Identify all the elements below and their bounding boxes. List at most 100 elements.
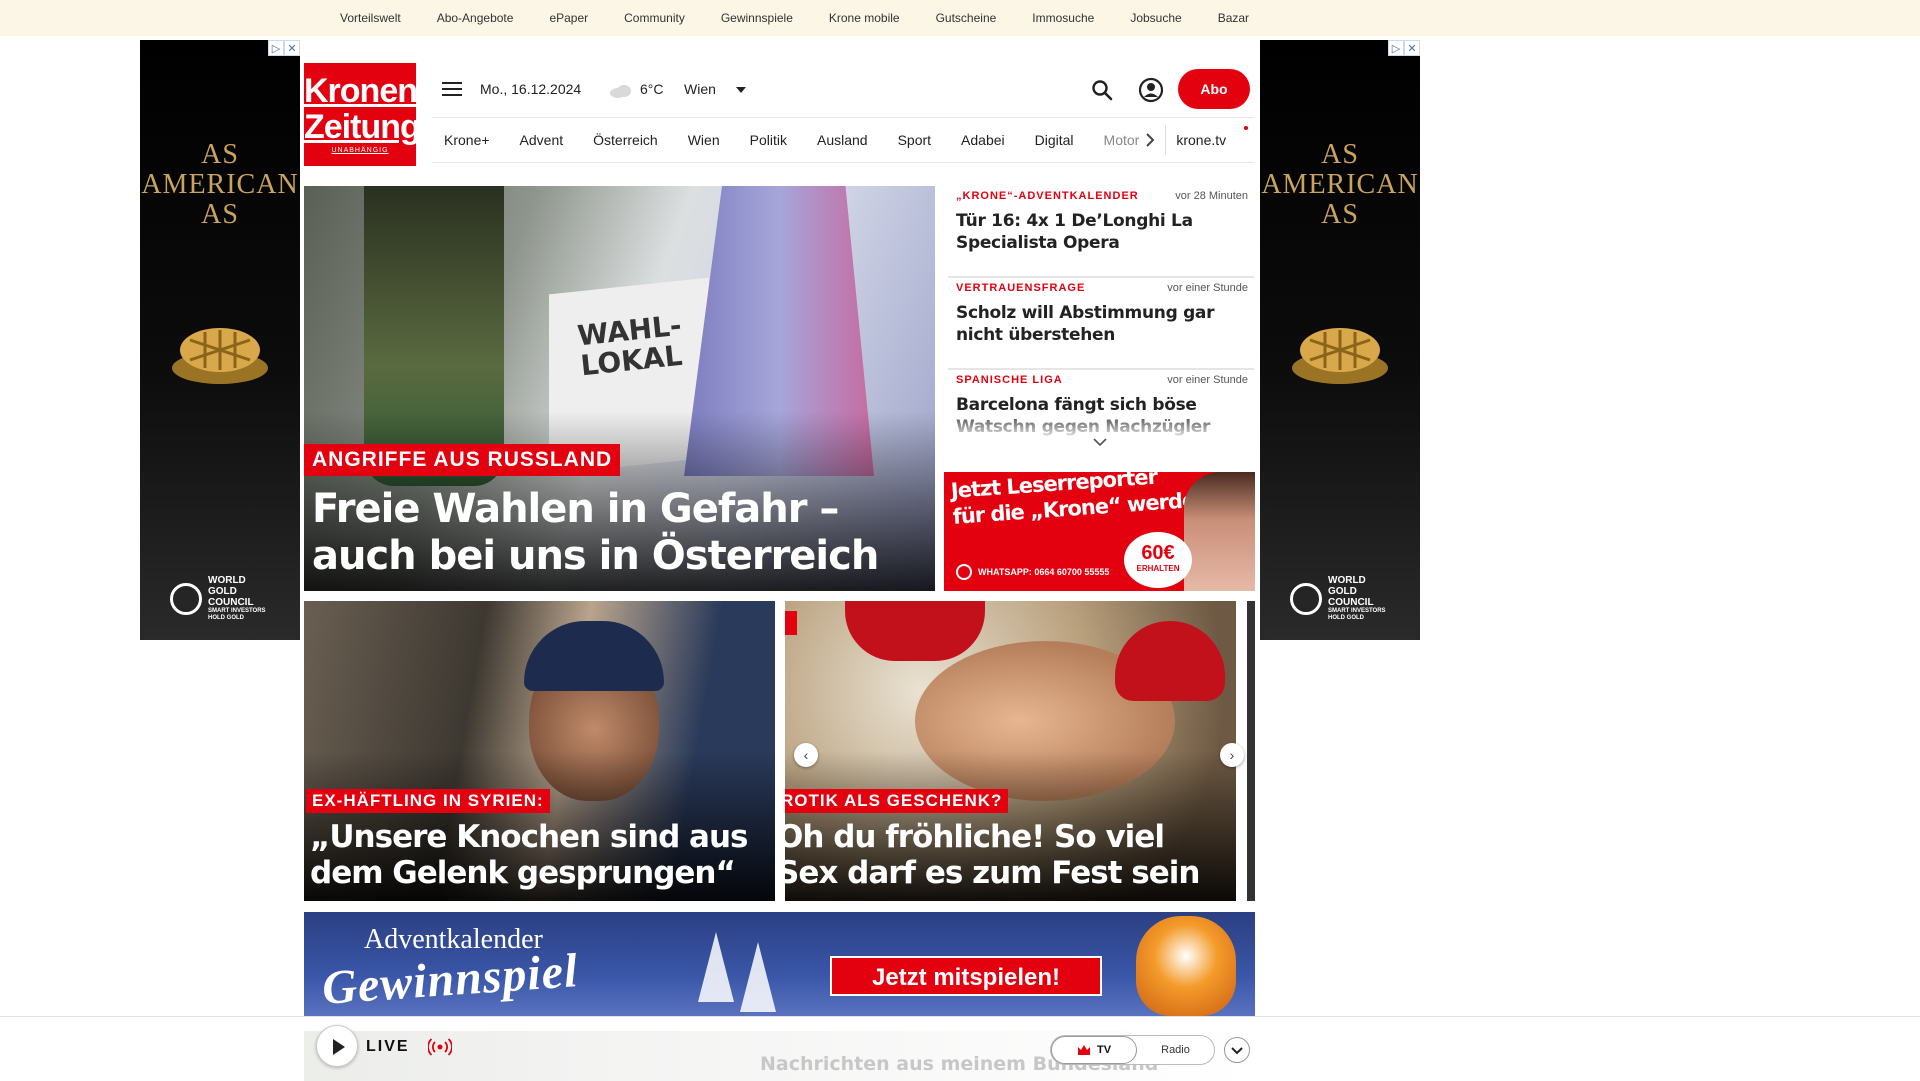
live-indicator-dot xyxy=(1244,126,1248,130)
reporter-ad-text: Jetzt Leserreporter für die „Krone“ werd… xyxy=(950,472,1210,530)
tv-toggle-option[interactable]: TV xyxy=(1051,1036,1137,1064)
fox-mascot-image xyxy=(1136,916,1236,1016)
ad-slogan-line: AS xyxy=(201,139,239,170)
abo-button[interactable]: Abo xyxy=(1178,69,1250,109)
play-button[interactable] xyxy=(316,1025,358,1067)
caret-down-icon[interactable] xyxy=(736,87,746,93)
live-label: LIVE xyxy=(366,1038,410,1055)
nav-item-politik[interactable]: Politik xyxy=(750,132,787,148)
wgc-ring-icon xyxy=(1290,582,1322,615)
reporter-badge-sub: ERHALTEN xyxy=(1136,564,1180,573)
card-headline: „Unsere Knochen sind aus dem Gelenk gesp… xyxy=(310,819,748,891)
skyscraper-ad-left[interactable]: ▷ ✕ AS AMERICAN AS WORLD GOLD COUNCIL SM… xyxy=(140,40,300,640)
ad-choices-icon[interactable]: ▷ xyxy=(1388,40,1404,56)
chevron-down-icon[interactable] xyxy=(1092,436,1108,448)
ad-brand-sub: SMART INVESTORS xyxy=(208,608,266,614)
hamburger-icon[interactable] xyxy=(442,82,462,98)
gold-pie-image xyxy=(172,328,268,384)
ad-brand-line: COUNCIL xyxy=(208,597,254,608)
topnav-jobsuche[interactable]: Jobsuche xyxy=(1130,11,1181,25)
ad-brand-line: GOLD xyxy=(208,586,237,597)
skyscraper-ad-right[interactable]: ▷ ✕ AS AMERICAN AS WORLD GOLD COUNCIL SM… xyxy=(1260,40,1420,640)
site-header: Kronen Zeitung UNABHÄNGIG Mo., 16.12.202… xyxy=(304,40,1254,170)
advent-gewinnspiel-banner[interactable]: Adventkalender Gewinnspiel Jetzt mitspie… xyxy=(304,912,1255,1017)
chevron-down-icon xyxy=(1231,1047,1243,1055)
topnav-krone-mobile[interactable]: Krone mobile xyxy=(829,11,900,25)
hero-headline-line: auch bei uns in Österreich xyxy=(312,533,879,579)
city-selector[interactable]: Wien xyxy=(684,81,716,97)
nav-item-sport[interactable]: Sport xyxy=(898,132,931,148)
ticker-category: VERTRAUENSFRAGE xyxy=(956,282,1086,294)
nav-item-adabei[interactable]: Adabei xyxy=(961,132,1005,148)
top-service-links: Vorteilswelt Abo-Angebote ePaper Communi… xyxy=(340,0,1285,36)
ad-slogan-line: AS xyxy=(201,199,239,230)
card-headline-line: dem Gelenk gesprungen“ xyxy=(310,855,736,891)
nav-item-digital[interactable]: Digital xyxy=(1035,132,1074,148)
topnav-gewinnspiele[interactable]: Gewinnspiele xyxy=(721,11,793,25)
topnav-abo-angebote[interactable]: Abo-Angebote xyxy=(437,11,514,25)
ticker-item[interactable]: „KRONE“-ADVENTKALENDER vor 28 Minuten Tü… xyxy=(948,186,1254,278)
topnav-immosuche[interactable]: Immosuche xyxy=(1032,11,1094,25)
whatsapp-icon xyxy=(956,564,972,580)
current-date: Mo., 16.12.2024 xyxy=(480,81,582,97)
nav-item-oesterreich[interactable]: Österreich xyxy=(593,132,658,148)
ticker-time: vor 28 Minuten xyxy=(1175,190,1248,202)
ticker-time: vor einer Stunde xyxy=(1167,282,1248,294)
player-expand-button[interactable] xyxy=(1224,1037,1250,1063)
broadcast-icon xyxy=(428,1038,452,1056)
logo-line2: Zeitung xyxy=(304,108,421,146)
ad-choices-icon[interactable]: ▷ xyxy=(268,40,284,56)
advent-tree-icon xyxy=(740,942,776,1012)
ad-slogan: AS AMERICAN AS xyxy=(1260,140,1420,230)
nav-item-wien[interactable]: Wien xyxy=(688,132,720,148)
nav-item-ausland[interactable]: Ausland xyxy=(817,132,868,148)
tv-label: TV xyxy=(1096,1044,1112,1056)
advent-tree-icon xyxy=(698,932,734,1002)
reporter-badge: 60€ ERHALTEN xyxy=(1124,532,1192,588)
world-gold-council-logo: WORLD GOLD COUNCIL SMART INVESTORS HOLD … xyxy=(170,575,266,622)
ad-close-icon[interactable]: ✕ xyxy=(284,40,300,56)
nav-item-motor[interactable]: Motor xyxy=(1104,132,1140,148)
ticker-item[interactable]: VERTRAUENSFRAGE vor einer Stunde Scholz … xyxy=(948,278,1254,370)
card-headline: Oh du fröhliche! So viel Sex darf es zum… xyxy=(785,819,1200,891)
nav-item-kroneplus[interactable]: Krone+ xyxy=(444,132,490,148)
carousel-prev-button[interactable]: ‹ xyxy=(794,743,818,767)
radio-toggle-option[interactable]: Radio xyxy=(1137,1036,1214,1064)
cloud-icon xyxy=(610,85,631,98)
kronen-zeitung-logo[interactable]: Kronen Zeitung UNABHÄNGIG xyxy=(304,63,421,166)
topnav-bazar[interactable]: Bazar xyxy=(1218,11,1249,25)
ticker-meta: SPANISCHE LIGA vor einer Stunde xyxy=(956,374,1248,386)
ad-controls: ▷ ✕ xyxy=(1388,40,1420,56)
advent-cta-button[interactable]: Jetzt mitspielen! xyxy=(830,956,1102,996)
story-card[interactable]: ROTIK ALS GESCHENK? Oh du fröhliche! So … xyxy=(785,601,1236,901)
advent-banner-line2: Gewinnspiel xyxy=(320,944,580,1015)
carousel-next-button[interactable]: › xyxy=(1220,743,1244,767)
story-card-partial[interactable] xyxy=(1247,601,1255,901)
card-image-santa-hat xyxy=(845,601,985,661)
ad-close-icon[interactable]: ✕ xyxy=(1404,40,1420,56)
leserreporter-ad[interactable]: Jetzt Leserreporter für die „Krone“ werd… xyxy=(944,472,1255,591)
topnav-vorteilswelt[interactable]: Vorteilswelt xyxy=(340,11,401,25)
ad-brand-line: GOLD xyxy=(1328,586,1357,597)
nav-item-advent[interactable]: Advent xyxy=(520,132,564,148)
tv-radio-toggle: TV Radio xyxy=(1050,1035,1215,1065)
chevron-right-icon[interactable] xyxy=(1143,133,1157,147)
topnav-gutscheine[interactable]: Gutscheine xyxy=(936,11,997,25)
topnav-epaper[interactable]: ePaper xyxy=(549,11,588,25)
search-icon[interactable] xyxy=(1090,78,1114,102)
world-gold-council-logo: WORLD GOLD COUNCIL SMART INVESTORS HOLD … xyxy=(1290,575,1386,622)
ad-slogan-line: AMERICAN xyxy=(141,169,299,200)
story-card[interactable]: EX-HÄFTLING IN SYRIEN: „Unsere Knochen s… xyxy=(304,601,775,901)
ad-slogan-line: AMERICAN xyxy=(1261,169,1419,200)
reporter-whatsapp: WHATSAPP: 0664 60700 55555 xyxy=(956,564,1109,580)
topnav-community[interactable]: Community xyxy=(624,11,685,25)
nav-item-krone-tv[interactable]: krone.tv xyxy=(1176,132,1226,148)
hero-headline: Freie Wahlen in Gefahr – auch bei uns in… xyxy=(312,486,912,580)
ad-brand-sub: HOLD GOLD xyxy=(1328,615,1364,621)
account-icon[interactable] xyxy=(1138,77,1164,103)
hero-kicker: ANGRIFFE AUS RUSSLAND xyxy=(304,444,621,476)
top-service-bar: Vorteilswelt Abo-Angebote ePaper Communi… xyxy=(0,0,1920,36)
ad-brand-line: COUNCIL xyxy=(1328,597,1374,608)
hero-story[interactable]: WAHL- LOKAL ANGRIFFE AUS RUSSLAND Freie … xyxy=(304,186,935,591)
ticker-meta: „KRONE“-ADVENTKALENDER vor 28 Minuten xyxy=(956,190,1248,202)
